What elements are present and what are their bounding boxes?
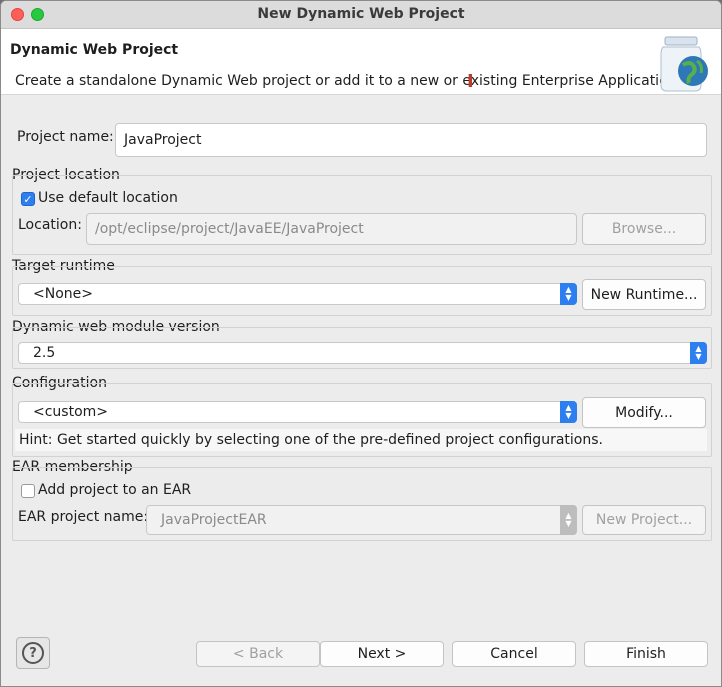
wizard-banner: Dynamic Web Project Create a standalone … xyxy=(1,29,721,95)
location-label: Location: xyxy=(18,217,82,233)
project-name-label: Project name: xyxy=(17,129,114,145)
help-button[interactable]: ? xyxy=(16,637,50,669)
browse-button[interactable]: Browse... xyxy=(582,213,706,245)
target-runtime-value: <None> xyxy=(33,286,93,302)
configuration-select[interactable]: <custom> ▲ ▼ xyxy=(18,401,577,423)
use-default-location-label: Use default location xyxy=(38,190,178,206)
next-button[interactable]: Next > xyxy=(320,641,444,667)
select-arrows-icon: ▲ ▼ xyxy=(560,505,577,535)
module-version-value: 2.5 xyxy=(33,345,56,361)
use-default-location-checkbox[interactable]: ✓ xyxy=(21,192,35,206)
web-project-jar-icon xyxy=(660,36,708,92)
location-input[interactable]: /opt/eclipse/project/JavaEE/JavaProject xyxy=(86,213,577,245)
title-bar: New Dynamic Web Project xyxy=(1,1,721,29)
new-runtime-button[interactable]: New Runtime... xyxy=(582,279,706,310)
cancel-button[interactable]: Cancel xyxy=(452,641,576,667)
wizard-description: Create a standalone Dynamic Web project … xyxy=(15,73,681,89)
dialog-window: New Dynamic Web Project Dynamic Web Proj… xyxy=(0,0,722,687)
wizard-heading: Dynamic Web Project xyxy=(10,42,179,58)
select-arrows-icon: ▲ ▼ xyxy=(560,401,577,423)
ear-project-name-select[interactable]: JavaProjectEAR ▲ ▼ xyxy=(146,505,577,535)
back-button[interactable]: < Back xyxy=(196,641,320,667)
target-runtime-select[interactable]: <None> ▲ ▼ xyxy=(18,283,577,305)
configuration-value: <custom> xyxy=(33,404,109,420)
ear-project-name-value: JavaProjectEAR xyxy=(161,512,267,528)
modify-button[interactable]: Modify... xyxy=(582,397,706,428)
add-to-ear-checkbox[interactable] xyxy=(21,484,35,498)
add-to-ear-label: Add project to an EAR xyxy=(38,482,192,498)
ear-project-name-label: EAR project name: xyxy=(18,509,149,525)
select-arrows-icon: ▲ ▼ xyxy=(560,283,577,305)
help-icon: ? xyxy=(22,642,44,664)
select-arrows-icon: ▲ ▼ xyxy=(690,342,707,364)
configuration-hint: Hint: Get started quickly by selecting o… xyxy=(15,429,707,451)
module-version-select[interactable]: 2.5 ▲ ▼ xyxy=(18,342,707,364)
text-cursor-icon: I xyxy=(467,71,474,92)
project-name-input[interactable]: JavaProject xyxy=(115,123,707,157)
window-title: New Dynamic Web Project xyxy=(257,6,465,22)
finish-button[interactable]: Finish xyxy=(584,641,708,667)
new-ear-project-button[interactable]: New Project... xyxy=(582,505,706,535)
